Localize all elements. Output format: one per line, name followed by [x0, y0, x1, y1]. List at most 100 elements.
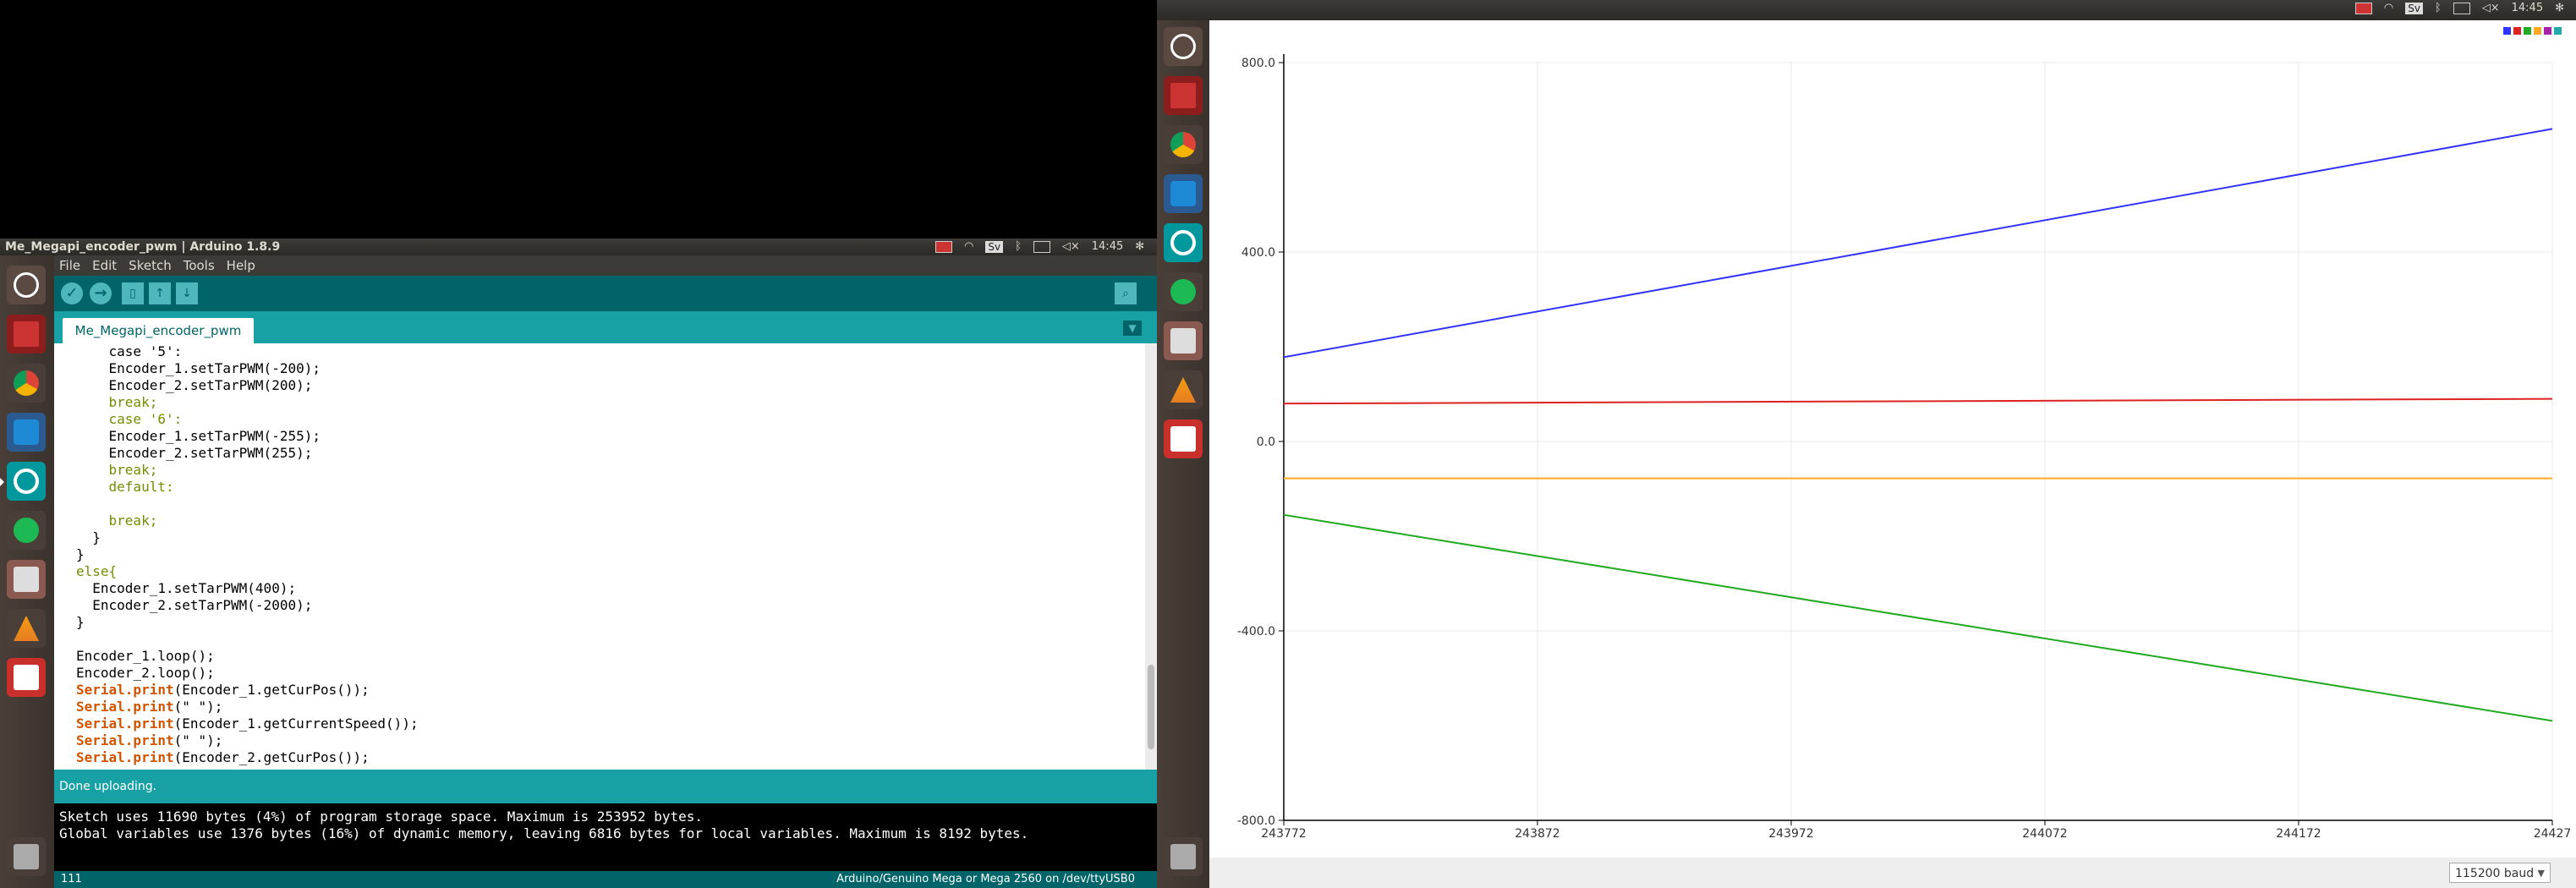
- code-line: Serial.print(Encoder_2.getCurPos());: [76, 749, 370, 766]
- window-title: Me_Megapi_encoder_pwm | Arduino 1.8.9: [5, 240, 281, 254]
- indicator-icon[interactable]: [935, 240, 952, 253]
- battery-icon[interactable]: [2453, 2, 2470, 14]
- serial-keyword: Serial.print: [76, 749, 174, 765]
- gear-icon[interactable]: ✻: [1135, 240, 1144, 253]
- code-line: Serial.print(" ");: [76, 732, 222, 749]
- code-line: else{: [76, 563, 118, 579]
- code-line: Encoder_1.setTarPWM(-255);: [76, 428, 321, 444]
- ubuntu-dash-icon[interactable]: [1164, 27, 1203, 66]
- files-icon[interactable]: [1164, 321, 1203, 360]
- baud-rate-select[interactable]: 115200 baud ▼: [2449, 863, 2551, 883]
- x-tick-label: 244072: [2022, 827, 2067, 841]
- x-tick-label: 243772: [1261, 827, 1306, 841]
- menu-file[interactable]: File: [59, 258, 80, 273]
- legend-swatch: [2524, 27, 2531, 35]
- x-tick-label: 244172: [2276, 827, 2321, 841]
- volume-icon[interactable]: ◁×: [1062, 240, 1080, 253]
- console-line: Global variables use 1376 bytes (16%) of…: [59, 825, 1029, 841]
- trash-icon[interactable]: [1164, 837, 1203, 876]
- bluetooth-icon[interactable]: ᛒ: [1015, 240, 1022, 253]
- clock[interactable]: 14:45: [1092, 240, 1123, 253]
- menu-sketch[interactable]: Sketch: [129, 258, 172, 273]
- bottom-bar: 111 Arduino/Genuino Mega or Mega 2560 on…: [54, 871, 1157, 888]
- y-tick-label: 800.0: [1241, 57, 1275, 70]
- toolbar: ✓ → ▯ ↑ ↓ ⌕: [54, 276, 1157, 311]
- serial-keyword: Serial.print: [76, 682, 174, 698]
- trash-icon[interactable]: [7, 837, 46, 876]
- spotify-icon[interactable]: [7, 511, 46, 550]
- volume-icon[interactable]: ◁×: [2482, 2, 2500, 14]
- code-line: break;: [76, 394, 158, 410]
- legend-swatch: [2513, 27, 2521, 35]
- serial-keyword: Serial.print: [76, 732, 174, 748]
- scrollbar-thumb[interactable]: [1148, 665, 1154, 749]
- vscode-icon[interactable]: [7, 413, 46, 452]
- serial-plotter: 800.0 400.0 0.0 -400.0 -800.0 243772 243872 243…: [1209, 20, 2576, 888]
- remote-desktop-icon[interactable]: [1164, 76, 1203, 115]
- y-tick-label: 400.0: [1241, 246, 1275, 260]
- top-panel-right: ◠ Sv ᛒ ◁× 14:45 ✻: [1157, 0, 2576, 20]
- battery-icon[interactable]: [1033, 240, 1050, 253]
- new-button[interactable]: ▯: [122, 282, 144, 304]
- tab-menu-button[interactable]: ▼: [1123, 321, 1142, 336]
- upload-button[interactable]: →: [90, 282, 112, 304]
- tab-sketch[interactable]: Me_Megapi_encoder_pwm: [63, 318, 254, 343]
- spotify-icon[interactable]: [1164, 272, 1203, 311]
- open-button[interactable]: ↑: [149, 282, 171, 304]
- bluetooth-icon[interactable]: ᛒ: [2435, 2, 2442, 14]
- console-line: Sketch uses 11690 bytes (4%) of program …: [59, 809, 703, 825]
- x-tick-label: 24427: [2534, 827, 2572, 841]
- code-line: }: [76, 546, 85, 562]
- ubuntu-dash-icon[interactable]: [7, 266, 46, 304]
- wifi-icon[interactable]: ◠: [2384, 2, 2393, 14]
- plotter-bottom-bar: 115200 baud ▼: [1209, 858, 2576, 888]
- code-line: }: [76, 529, 101, 545]
- files-icon[interactable]: [7, 560, 46, 599]
- chevron-down-icon: ▼: [2537, 868, 2545, 879]
- menu-help[interactable]: Help: [227, 258, 255, 273]
- gear-icon[interactable]: ✻: [2555, 2, 2564, 14]
- pdf-viewer-icon[interactable]: [7, 658, 46, 697]
- series-line: [1283, 397, 2553, 405]
- indicator-icon[interactable]: [2354, 2, 2372, 14]
- sv-indicator[interactable]: Sv: [985, 240, 1004, 253]
- chrome-icon[interactable]: [1164, 125, 1203, 164]
- serial-keyword: Serial.print: [76, 715, 174, 732]
- code-line: Encoder_1.loop();: [76, 648, 215, 664]
- series-line: [1283, 513, 2553, 722]
- code-editor[interactable]: case '5': Encoder_1.setTarPWM(-200); Enc…: [54, 343, 1145, 770]
- save-button[interactable]: ↓: [176, 282, 198, 304]
- vlc-icon[interactable]: [1164, 370, 1203, 409]
- arduino-icon[interactable]: [1164, 223, 1203, 262]
- clock[interactable]: 14:45: [2512, 2, 2543, 14]
- console-output[interactable]: Sketch uses 11690 bytes (4%) of program …: [54, 803, 1157, 871]
- vlc-icon[interactable]: [7, 609, 46, 648]
- menu-edit[interactable]: Edit: [92, 258, 117, 273]
- code-line: Encoder_2.loop();: [76, 665, 215, 681]
- remote-desktop-icon[interactable]: [7, 315, 46, 354]
- serial-keyword: Serial.print: [76, 699, 174, 715]
- serial-monitor-button[interactable]: ⌕: [1115, 282, 1137, 304]
- wifi-icon[interactable]: ◠: [964, 240, 973, 253]
- y-tick-label: -800.0: [1237, 814, 1275, 828]
- code-line: Serial.print(Encoder_1.getCurrentSpeed()…: [76, 715, 419, 732]
- menu-tools[interactable]: Tools: [184, 258, 215, 273]
- editor-scrollbar[interactable]: [1145, 343, 1157, 770]
- code-text: (" ");: [173, 732, 223, 748]
- chrome-icon[interactable]: [7, 364, 46, 403]
- arduino-icon[interactable]: [7, 462, 46, 501]
- code-line: Encoder_1.setTarPWM(-200);: [76, 360, 321, 376]
- launcher-right: [1157, 20, 1209, 888]
- y-tick-label: -400.0: [1237, 625, 1275, 639]
- vscode-icon[interactable]: [1164, 174, 1203, 213]
- code-text: (Encoder_1.getCurrentSpeed());: [173, 715, 419, 732]
- legend-swatch: [2534, 27, 2541, 35]
- plot-area: 800.0 400.0 0.0 -400.0 -800.0243772 243872 243…: [1237, 27, 2572, 841]
- code-text: (Encoder_2.getCurPos());: [173, 749, 370, 765]
- verify-button[interactable]: ✓: [61, 282, 83, 304]
- pdf-viewer-icon[interactable]: [1164, 419, 1203, 458]
- sv-indicator[interactable]: Sv: [2405, 2, 2423, 14]
- x-tick-label: 243972: [1768, 827, 1813, 841]
- top-panel-left: Me_Megapi_encoder_pwm | Arduino 1.8.9 ◠ …: [0, 238, 1157, 255]
- baud-value: 115200 baud: [2455, 867, 2535, 880]
